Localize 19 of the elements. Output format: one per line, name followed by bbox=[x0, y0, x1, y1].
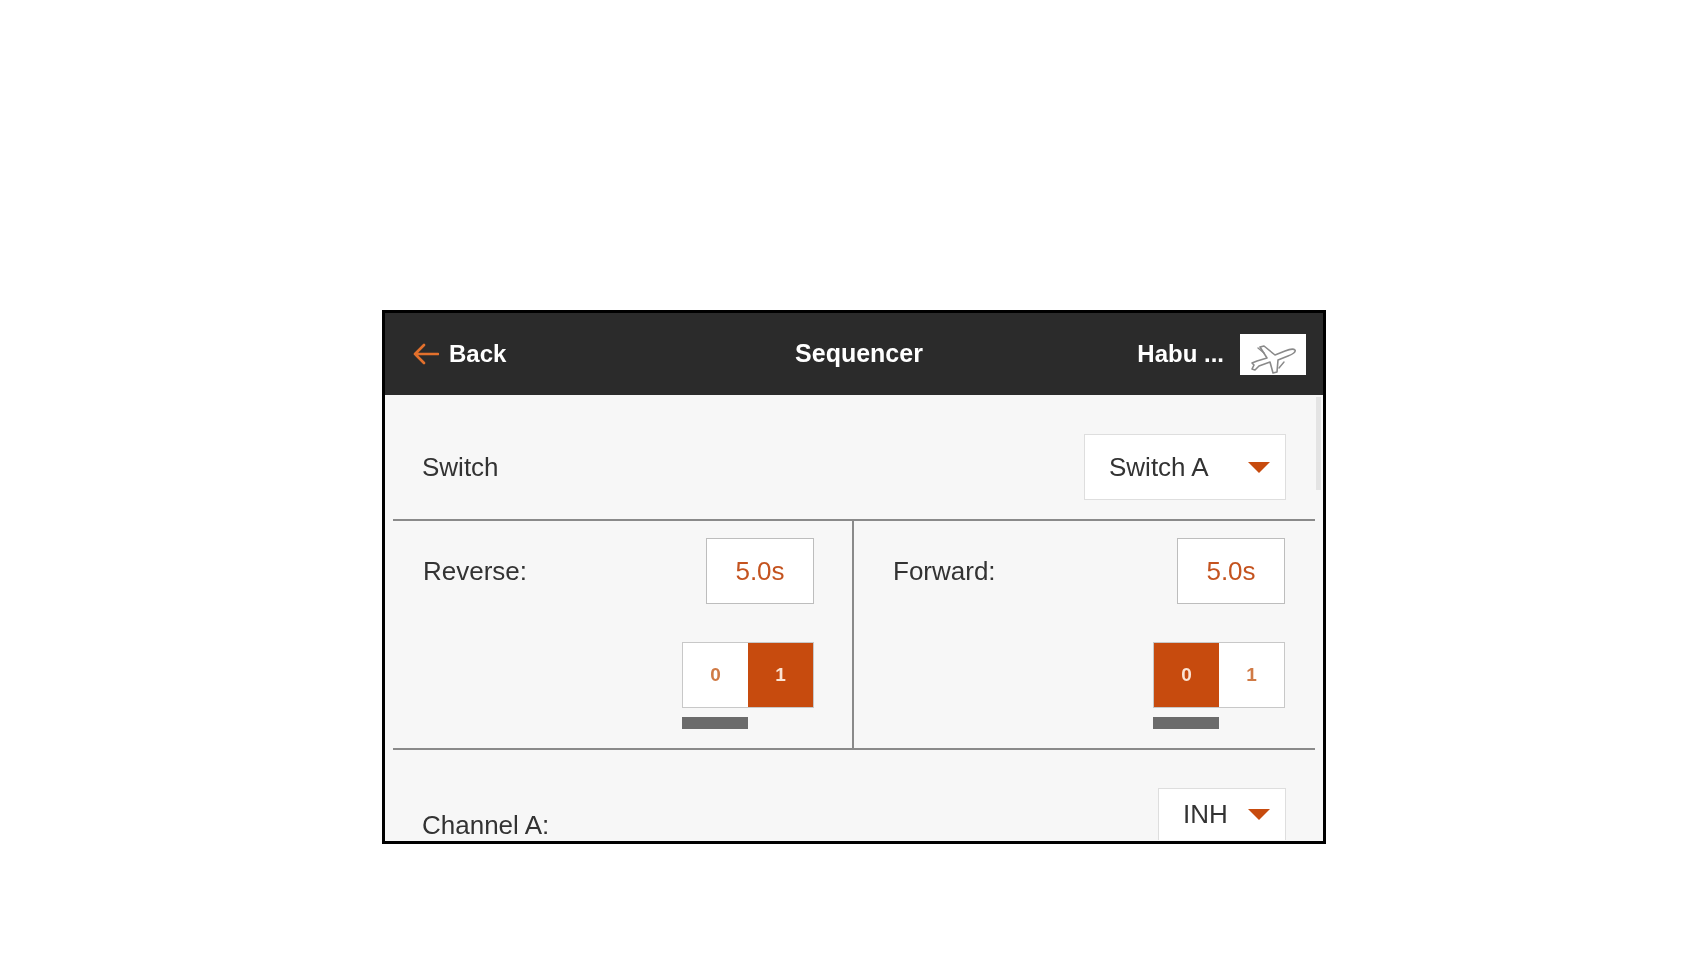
position-toggle[interactable]: 1 bbox=[748, 643, 813, 707]
model-name: Habu ... bbox=[1137, 339, 1224, 369]
position-toggle[interactable]: 0 bbox=[1154, 643, 1219, 707]
airplane-icon[interactable] bbox=[1240, 333, 1306, 375]
step-label: Reverse: bbox=[423, 554, 528, 588]
back-button[interactable]: Back bbox=[412, 336, 507, 372]
time-value-button[interactable]: 5.0s bbox=[706, 538, 814, 604]
caret-icon bbox=[1248, 809, 1270, 820]
switch-label: Switch bbox=[422, 450, 499, 484]
back-arrow-icon bbox=[412, 343, 439, 365]
step-label: Forward: bbox=[893, 554, 996, 588]
position-toggle[interactable]: 0 bbox=[683, 643, 748, 707]
position-toggle[interactable]: 1 bbox=[1219, 643, 1284, 707]
switch-dropdown[interactable]: Switch A bbox=[1084, 434, 1286, 500]
screen-title: Sequencer bbox=[795, 338, 923, 370]
channel-label: Channel A: bbox=[422, 812, 550, 839]
time-value-button[interactable]: 5.0s bbox=[1177, 538, 1285, 604]
caret-icon bbox=[1248, 461, 1270, 473]
channel-dropdown[interactable]: INH bbox=[1158, 788, 1286, 840]
